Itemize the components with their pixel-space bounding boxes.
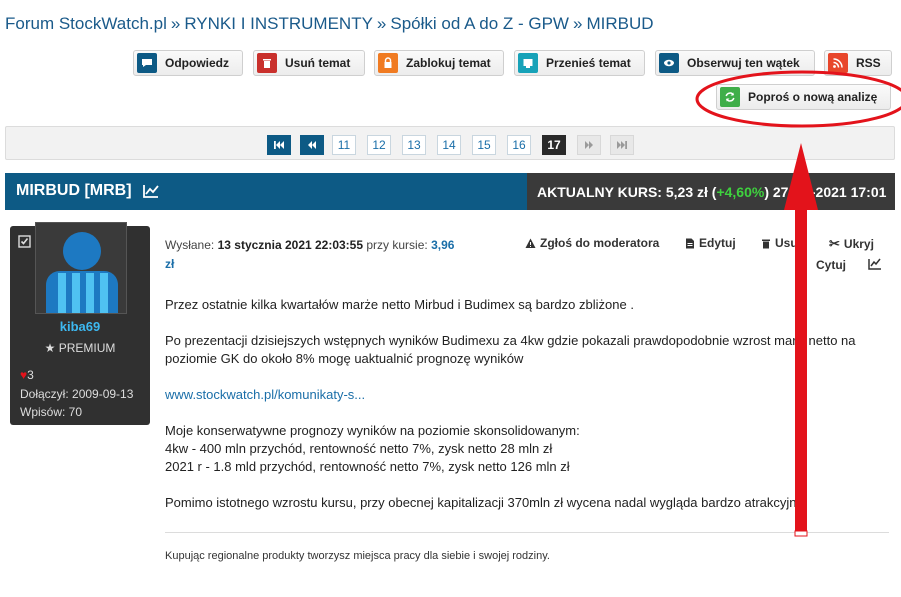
hide-button[interactable]: ✂ Ukryj: [829, 236, 874, 252]
current-page: 17: [542, 135, 566, 155]
post-paragraph: Pomimo istotnego wzrostu kursu, przy obe…: [165, 495, 797, 510]
user-rank: ★ PREMIUM: [10, 341, 150, 355]
delete-post-label: Usu: [775, 236, 798, 250]
last-page-icon: [617, 141, 627, 149]
user-posts: Wpisów: 70: [20, 405, 83, 419]
lock-topic-label: Zablokuj temat: [406, 56, 491, 70]
page-link[interactable]: 14: [437, 135, 461, 155]
post-text-segment: netto na: [808, 333, 856, 348]
page-link[interactable]: 12: [367, 135, 391, 155]
sent-date: 13 stycznia 2021 22:03:55: [217, 238, 364, 252]
post-paragraph: Moje konserwatywne prognozy wyników na p…: [165, 423, 580, 438]
last-page-button[interactable]: [610, 135, 634, 155]
delete-post-button[interactable]: Usu: [761, 236, 798, 250]
reply-label: Odpowiedz: [165, 56, 229, 70]
breadcrumb-companies-link[interactable]: Spółki od A do Z - GPW: [390, 14, 569, 33]
user-likes-count: 3: [27, 368, 34, 382]
star-icon: ★: [44, 341, 56, 355]
price-at-post-unit: zł: [165, 257, 175, 271]
watch-thread-button[interactable]: Obserwuj ten wątek: [655, 50, 815, 76]
eye-icon: [659, 53, 679, 73]
user-rank-label: PREMIUM: [58, 341, 116, 355]
rss-button[interactable]: RSS: [824, 50, 892, 76]
signature-divider: [165, 532, 889, 533]
request-analysis-button[interactable]: Poproś o nową analizę: [716, 84, 891, 110]
lock-icon: [378, 53, 398, 73]
price-change: +4,60%: [716, 183, 765, 200]
price-tail: -2021 17:01: [810, 183, 887, 200]
prev-page-icon: [308, 141, 316, 149]
pagination-bar: 11 12 13 14 15 16 17: [5, 126, 895, 160]
breadcrumb-forum-link[interactable]: Forum StockWatch.pl: [5, 14, 167, 33]
document-icon: [686, 238, 694, 248]
checkbox-icon[interactable]: [18, 235, 31, 248]
delete-topic-button[interactable]: Usuń temat: [253, 50, 365, 76]
avatar[interactable]: [35, 222, 127, 314]
chart-icon: [868, 258, 881, 270]
post-paragraph: Po prezentacji dzisiejszych wstępnych wy…: [165, 333, 856, 348]
next-page-button[interactable]: [577, 135, 601, 155]
current-price: AKTUALNY KURS: 5,23 zł (+4,60%) 27-0 -202…: [527, 173, 895, 210]
user-likes: ♥3: [20, 368, 34, 382]
user-card: kiba69 ★ PREMIUM ♥3 Dołączył: 2009-09-13…: [10, 222, 150, 425]
price-suffix: ) 27-0: [764, 183, 801, 200]
post-link[interactable]: www.stockwatch.pl/komunikaty-s...: [165, 387, 365, 402]
warning-icon: [525, 238, 536, 248]
breadcrumb-markets-link[interactable]: RYNKI I INSTRUMENTY: [184, 14, 373, 33]
user-joined: Dołączył: 2009-09-13: [20, 387, 134, 401]
breadcrumb-mirbud-link[interactable]: MIRBUD: [586, 14, 653, 33]
delete-topic-label: Usuń temat: [285, 56, 351, 70]
reply-button[interactable]: Odpowiedz: [133, 50, 243, 76]
signature: Kupując regionalne produkty tworzysz mie…: [165, 550, 550, 562]
user-silhouette-icon: [46, 232, 118, 313]
move-topic-button[interactable]: Przenieś temat: [514, 50, 645, 76]
post-paragraph: 4kw - 400 mln przychód, rentowność netto…: [165, 441, 553, 456]
request-analysis-label: Poproś o nową analizę: [748, 90, 878, 104]
rss-icon: [828, 53, 848, 73]
breadcrumb: Forum StockWatch.pl» RYNKI I INSTRUMENTY»…: [5, 14, 654, 34]
post-chart-button[interactable]: [868, 258, 886, 270]
edit-button[interactable]: Edytuj: [685, 236, 736, 250]
breadcrumb-separator: »: [376, 14, 387, 33]
post-paragraph: Przez ostatnie kilka kwartałów marże net…: [165, 297, 634, 312]
post-paragraph: poziomie GK do około 8% mogę uaktualnić …: [165, 351, 524, 366]
topic-title-bar: MIRBUD [MRB] AKTUALNY KURS: 5,23 zł (+4,…: [5, 173, 895, 210]
quote-button[interactable]: Cytuj: [816, 258, 846, 272]
first-page-button[interactable]: [267, 135, 291, 155]
move-icon: [518, 53, 538, 73]
price-at-post-label: przy kursie:: [366, 238, 428, 252]
hide-label: Ukryj: [843, 237, 874, 251]
chart-icon[interactable]: [142, 183, 160, 199]
post-meta: Wysłane: 13 stycznia 2021 22:03:55 przy …: [165, 236, 465, 274]
report-label: Zgłoś do moderatora: [540, 236, 660, 250]
scissors-icon: ✂: [829, 236, 840, 251]
breadcrumb-separator: »: [170, 14, 181, 33]
watch-thread-label: Obserwuj ten wątek: [687, 56, 800, 70]
page-link[interactable]: 13: [402, 135, 426, 155]
rss-label: RSS: [856, 56, 881, 70]
refresh-icon: [720, 87, 740, 107]
breadcrumb-separator: »: [572, 14, 583, 33]
post-paragraph: 2021 r - 1.8 mld przychód, rentowność ne…: [165, 459, 570, 474]
topic-title: MIRBUD [MRB]: [16, 182, 132, 199]
sent-label: Wysłane:: [165, 238, 215, 252]
price-label: AKTUALNY KURS: 5,23 zł (: [537, 183, 717, 200]
prev-page-button[interactable]: [300, 135, 324, 155]
price-at-post-value: 3,96: [431, 238, 455, 252]
username-link[interactable]: kiba69: [10, 319, 150, 334]
move-topic-label: Przenieś temat: [546, 56, 631, 70]
first-page-icon: [274, 141, 284, 149]
page-link[interactable]: 16: [507, 135, 531, 155]
quote-label: Cytuj: [816, 258, 846, 272]
trash-icon: [257, 53, 277, 73]
page-link[interactable]: 15: [472, 135, 496, 155]
speech-bubble-icon: [137, 53, 157, 73]
lock-topic-button[interactable]: Zablokuj temat: [374, 50, 504, 76]
trash-icon: [762, 239, 770, 248]
edit-label: Edytuj: [699, 236, 736, 250]
post-text-segment: Po prezentacji dzisiejszych wstępnych wy…: [165, 333, 797, 348]
next-page-icon: [585, 141, 593, 149]
page-link[interactable]: 11: [332, 135, 356, 155]
report-button[interactable]: Zgłoś do moderatora: [525, 236, 659, 250]
